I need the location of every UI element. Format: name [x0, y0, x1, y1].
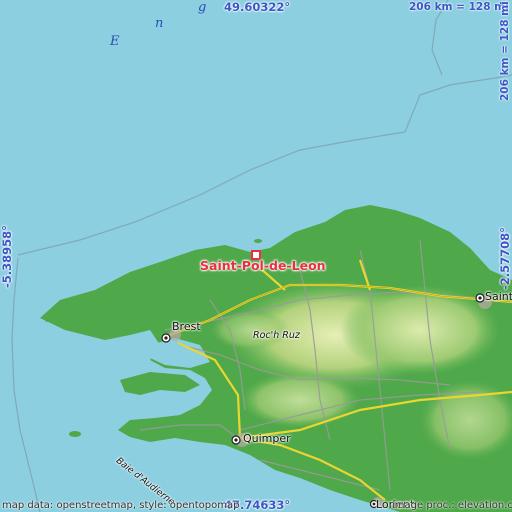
peak-label-roch-ruz: Roc'h Ruz: [253, 330, 300, 341]
city-label-saint: Saint: [485, 290, 512, 303]
west-coordinate-label: -5.38958°: [0, 225, 14, 288]
map-credit-left: map data: openstreetmap, style: opentopo…: [2, 500, 240, 511]
city-marker-quimper[interactable]: [231, 435, 241, 445]
sea-label-letter: n: [155, 16, 164, 31]
sea-label-letter: g: [198, 0, 207, 15]
city-marker-saint[interactable]: [475, 293, 485, 303]
scale-horizontal-label: 206 km = 128 mi: [409, 1, 509, 13]
main-city-label: Saint-Pol-de-Leon: [200, 258, 326, 273]
map-canvas[interactable]: E n g 49.60322° 47.74633° -5.38958° -2.5…: [0, 0, 512, 512]
east-coordinate-label: -2.57708°: [498, 227, 512, 290]
city-label-quimper: Quimper: [243, 432, 291, 445]
north-coordinate-label: 49.60322°: [224, 0, 291, 14]
city-marker-brest[interactable]: [161, 333, 171, 343]
map-credit-right: image proc.: elevation.city: [392, 500, 512, 511]
city-label-brest: Brest: [172, 320, 201, 333]
scale-vertical-label: 206 km = 128 mi: [499, 1, 511, 101]
sea-label-letter: E: [110, 34, 120, 49]
